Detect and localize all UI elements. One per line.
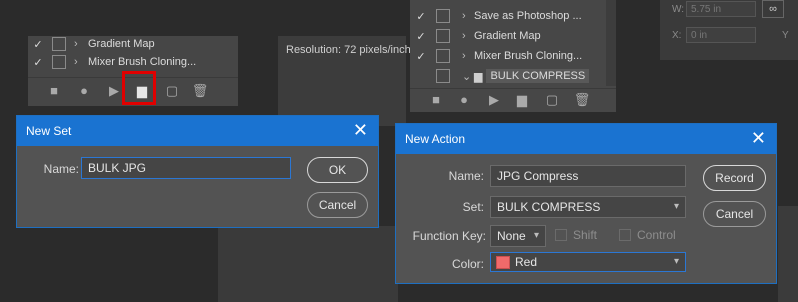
name-label: Name: <box>43 162 79 176</box>
chevron-down-icon: ▾ <box>533 230 539 241</box>
chevron-right-icon[interactable]: › <box>462 50 474 62</box>
chevron-down-icon[interactable]: ⌄ <box>462 70 474 83</box>
check-icon[interactable]: ✓ <box>28 38 48 51</box>
action-row[interactable]: ✓ › Save as Photoshop ... <box>410 6 616 26</box>
resolution-text: Resolution: 72 pixels/inch <box>286 44 411 56</box>
new-action-icon[interactable]: ▢ <box>162 81 182 101</box>
function-key-select[interactable]: None ▾ <box>490 225 546 247</box>
cancel-button[interactable]: Cancel <box>703 201 766 227</box>
action-label: Gradient Map <box>474 30 541 42</box>
action-row[interactable]: ✓ › Mixer Brush Cloning... <box>28 52 238 72</box>
action-row[interactable]: ✓ › Gradient Map <box>28 34 238 54</box>
folder-icon[interactable]: ▆ <box>512 90 532 110</box>
action-label: Mixer Brush Cloning... <box>474 50 583 62</box>
set-label: Set: <box>462 200 484 214</box>
set-select[interactable]: BULK COMPRESS ▾ <box>490 196 686 218</box>
x-field[interactable]: 0 in <box>686 27 756 43</box>
check-icon[interactable]: ✓ <box>410 50 432 63</box>
check-icon[interactable]: ✓ <box>28 56 48 69</box>
background-panel-right <box>778 206 798 302</box>
folder-icon: ▆ <box>474 70 483 83</box>
function-key-value: None <box>497 229 526 243</box>
record-icon[interactable]: ● <box>454 90 474 110</box>
properties-panel: W: 5.75 in ∞ X: 0 in Y <box>660 0 798 60</box>
dialog-title: New Set <box>26 124 72 138</box>
dialog-toggle-box[interactable] <box>436 49 450 63</box>
dialog-toggle-box[interactable] <box>52 37 66 51</box>
trash-icon[interactable]: 🗑 <box>190 81 210 101</box>
record-button[interactable]: Record <box>703 165 766 191</box>
stop-icon[interactable]: ■ <box>426 90 446 110</box>
action-set-label: BULK COMPRESS <box>486 69 590 83</box>
dialog-title: New Action <box>405 132 466 146</box>
color-select[interactable]: Red ▾ <box>490 252 686 272</box>
chevron-right-icon[interactable]: › <box>74 38 88 50</box>
new-action-dialog: New Action ✕ Name: JPG Compress Set: BUL… <box>395 123 777 284</box>
dialog-toggle-box[interactable] <box>52 55 66 69</box>
action-label: Gradient Map <box>88 38 155 50</box>
new-action-titlebar: New Action ✕ <box>396 124 776 154</box>
new-set-highlight <box>122 71 156 105</box>
action-row[interactable]: ✓ › Mixer Brush Cloning... <box>410 46 616 66</box>
dialog-toggle-box[interactable] <box>436 9 450 23</box>
record-icon[interactable]: ● <box>74 81 94 101</box>
new-set-dialog: New Set ✕ Name: BULK JPG OK Cancel <box>16 115 379 228</box>
name-label: Name: <box>448 169 484 183</box>
set-select-value: BULK COMPRESS <box>497 200 601 214</box>
link-icon[interactable]: ∞ <box>762 0 784 18</box>
close-icon[interactable]: ✕ <box>353 120 368 140</box>
chevron-right-icon[interactable]: › <box>462 30 474 42</box>
color-swatch <box>496 256 510 269</box>
stop-icon[interactable]: ■ <box>44 81 64 101</box>
action-label: Mixer Brush Cloning... <box>88 56 197 68</box>
x-label: X: <box>672 30 682 41</box>
color-select-value: Red <box>515 255 538 269</box>
action-row[interactable]: ✓ › Gradient Map <box>410 26 616 46</box>
dialog-toggle-box[interactable] <box>436 29 450 43</box>
dialog-toggle-box[interactable] <box>436 69 450 83</box>
control-label: Control <box>637 228 676 242</box>
background-panel <box>218 226 398 302</box>
control-checkbox[interactable] <box>619 229 631 241</box>
actions-toolbar: ■ ● ▶ ▆ ▢ 🗑 <box>410 88 616 111</box>
actions-panel-right: ✓ › Save as Photoshop ... ✓ › Gradient M… <box>410 0 616 112</box>
w-label: W: <box>672 4 685 15</box>
info-panel: Resolution: 72 pixels/inch <box>278 36 411 126</box>
y-label: Y <box>782 30 789 41</box>
close-icon[interactable]: ✕ <box>751 128 766 148</box>
action-name-input[interactable]: JPG Compress <box>490 165 686 187</box>
ok-button[interactable]: OK <box>307 157 368 183</box>
check-icon[interactable]: ✓ <box>410 30 432 43</box>
chevron-right-icon[interactable]: › <box>462 10 474 22</box>
action-label: Save as Photoshop ... <box>474 10 582 22</box>
color-label: Color: <box>451 257 484 271</box>
width-field[interactable]: 5.75 in <box>686 1 756 17</box>
play-icon[interactable]: ▶ <box>104 81 124 101</box>
action-set-row[interactable]: ⌄ ▆ BULK COMPRESS <box>410 66 616 86</box>
function-key-label: Function Key: <box>412 229 486 243</box>
check-icon[interactable]: ✓ <box>410 10 432 23</box>
trash-icon[interactable]: 🗑 <box>572 90 592 110</box>
chevron-down-icon: ▾ <box>673 256 679 267</box>
new-set-titlebar: New Set ✕ <box>17 116 378 146</box>
play-icon[interactable]: ▶ <box>484 90 504 110</box>
set-name-input[interactable]: BULK JPG <box>81 157 291 179</box>
new-action-icon[interactable]: ▢ <box>542 90 562 110</box>
shift-checkbox[interactable] <box>555 229 567 241</box>
chevron-right-icon[interactable]: › <box>74 56 88 68</box>
shift-label: Shift <box>573 228 598 242</box>
chevron-down-icon: ▾ <box>673 201 679 212</box>
cancel-button[interactable]: Cancel <box>307 192 368 218</box>
scrollbar[interactable] <box>606 0 616 86</box>
